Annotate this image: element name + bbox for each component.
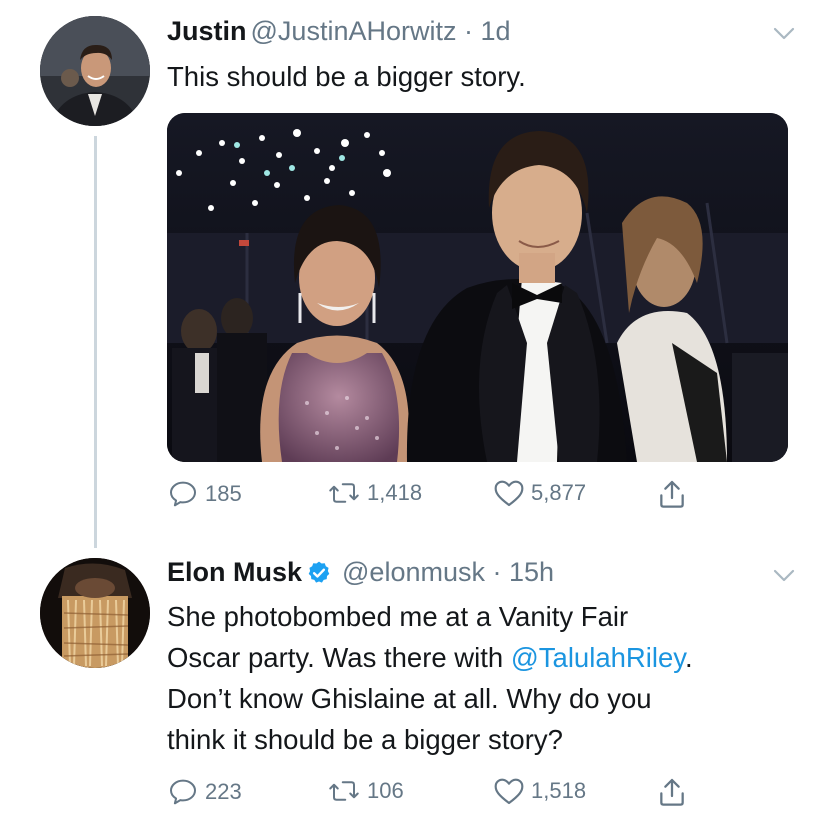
textured-art-portrait-icon — [40, 558, 150, 668]
tweet2-actions: 223 106 1,518 — [167, 776, 727, 812]
mention-link[interactable]: @TalulahRiley — [511, 642, 685, 673]
reply-count: 223 — [205, 779, 242, 804]
heart-icon — [494, 778, 524, 805]
author-avatar[interactable] — [40, 16, 150, 126]
like-button[interactable]: 5,877 — [493, 478, 586, 508]
tweet-text-line: She photobombed me at a Vanity Fair — [167, 601, 629, 632]
reply-button[interactable]: 223 — [167, 776, 242, 808]
share-icon — [660, 480, 684, 508]
author-avatar[interactable] — [40, 558, 150, 668]
share-button[interactable] — [657, 776, 687, 808]
retweet-button[interactable]: 1,418 — [327, 478, 422, 508]
person-portrait-icon — [40, 16, 150, 126]
tweet-text: This should be a bigger story. — [167, 61, 526, 92]
author-name[interactable]: Elon Musk — [167, 557, 302, 587]
tweet-text-segment: . — [685, 642, 693, 673]
share-button[interactable] — [657, 478, 687, 510]
tweet1-header: Justin @JustinAHorwitz · 1d — [167, 15, 511, 47]
verified-badge-icon — [308, 561, 330, 583]
tweet-text-segment: Oscar party. Was there with — [167, 642, 511, 673]
tweet-text-line: think it should be a bigger story? — [167, 724, 563, 755]
tweet-timestamp[interactable]: · 1d — [464, 16, 511, 46]
tweet1-actions: 185 1,418 5,877 — [167, 478, 727, 514]
author-handle[interactable]: @JustinAHorwitz — [251, 16, 457, 46]
reply-count: 185 — [205, 481, 242, 506]
retweet-button[interactable]: 106 — [327, 776, 404, 806]
tweet-photo[interactable] — [167, 113, 788, 462]
like-count: 5,877 — [531, 480, 587, 505]
share-icon — [660, 778, 684, 806]
photo-party-couple-icon — [167, 113, 788, 462]
author-handle[interactable]: @elonmusk — [342, 557, 485, 587]
like-button[interactable]: 1,518 — [493, 776, 586, 806]
author-name[interactable]: Justin — [167, 16, 247, 46]
tweet-text-line: Don’t know Ghislaine at all. Why do you — [167, 683, 652, 714]
retweet-count: 1,418 — [367, 480, 423, 505]
chevron-down-icon[interactable] — [771, 562, 797, 588]
reply-icon — [170, 779, 196, 805]
retweet-count: 106 — [367, 778, 404, 803]
tweet2-header: Elon Musk @elonmusk · 15h — [167, 556, 554, 588]
heart-icon — [494, 480, 524, 507]
tweet-text-line: Oscar party. Was there with @TalulahRile… — [167, 637, 797, 678]
retweet-icon — [329, 483, 359, 503]
thread-connector-line — [94, 136, 97, 548]
reply-icon — [170, 481, 196, 507]
tweet-text: She photobombed me at a Vanity Fair Osca… — [167, 596, 797, 760]
chevron-down-icon[interactable] — [771, 20, 797, 46]
like-count: 1,518 — [531, 778, 587, 803]
retweet-icon — [329, 781, 359, 801]
tweet-timestamp[interactable]: · 15h — [493, 557, 555, 587]
reply-button[interactable]: 185 — [167, 478, 242, 510]
